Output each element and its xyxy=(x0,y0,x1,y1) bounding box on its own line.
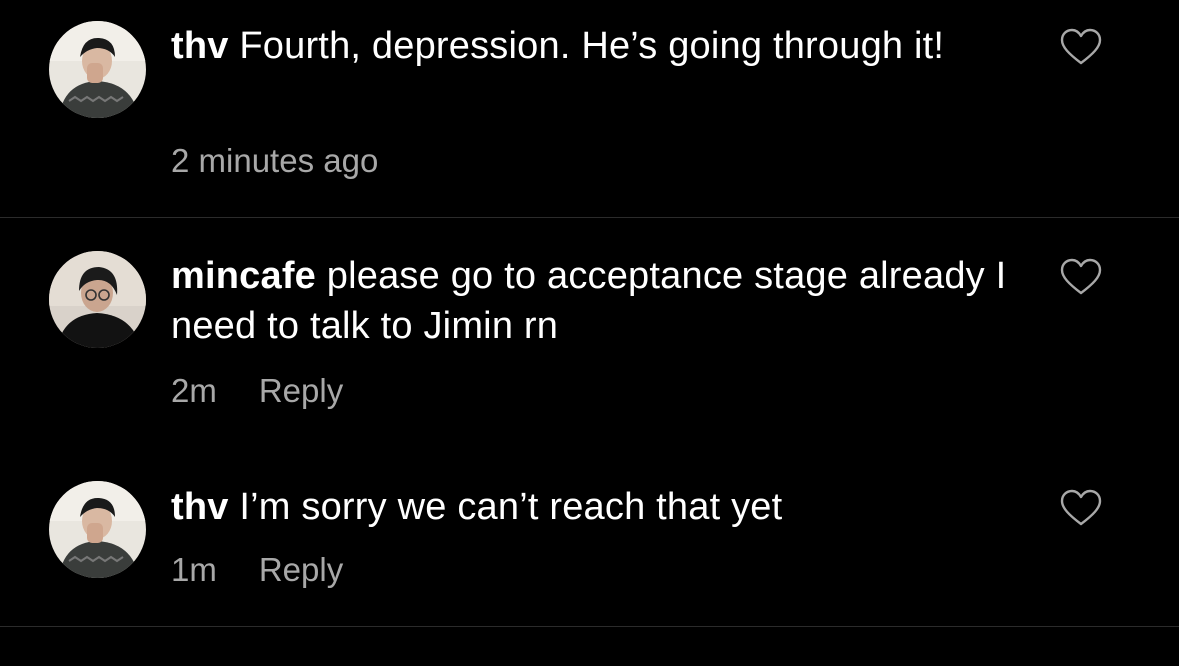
comment-message: Fourth, depression. He’s going through i… xyxy=(239,25,945,67)
profile-photo-icon xyxy=(49,251,146,348)
comment-username[interactable]: mincafe xyxy=(171,255,316,297)
profile-photo-icon xyxy=(49,21,146,118)
heart-outline-icon xyxy=(1060,489,1102,526)
divider xyxy=(0,626,1179,627)
profile-photo-icon xyxy=(49,481,146,578)
comment-username[interactable]: thv xyxy=(171,25,229,67)
comment-text: thv I’m sorry we can’t reach that yet xyxy=(171,482,1021,532)
avatar[interactable] xyxy=(49,481,146,578)
divider xyxy=(0,217,1179,218)
comment-text: mincafe please go to acceptance stage al… xyxy=(171,251,1021,351)
reply-button[interactable]: Reply xyxy=(259,551,343,588)
comment-meta: 2m Reply xyxy=(171,372,343,410)
avatar[interactable] xyxy=(49,251,146,348)
reply-button[interactable]: Reply xyxy=(259,372,343,409)
comment-timestamp: 2m xyxy=(171,372,217,409)
like-button[interactable] xyxy=(1060,28,1102,66)
comment-timestamp: 1m xyxy=(171,551,217,588)
comment-meta: 2 minutes ago xyxy=(171,142,420,180)
like-button[interactable] xyxy=(1060,258,1102,296)
heart-outline-icon xyxy=(1060,28,1102,65)
comment-meta: 1m Reply xyxy=(171,551,343,589)
comment-message: I’m sorry we can’t reach that yet xyxy=(239,486,783,528)
comment-username[interactable]: thv xyxy=(171,486,229,528)
comment-timestamp: 2 minutes ago xyxy=(171,142,379,179)
comment-text: thv Fourth, depression. He’s going throu… xyxy=(171,21,1021,71)
like-button[interactable] xyxy=(1060,489,1102,527)
avatar[interactable] xyxy=(49,21,146,118)
comments-screen: thv Fourth, depression. He’s going throu… xyxy=(0,0,1179,666)
heart-outline-icon xyxy=(1060,258,1102,295)
